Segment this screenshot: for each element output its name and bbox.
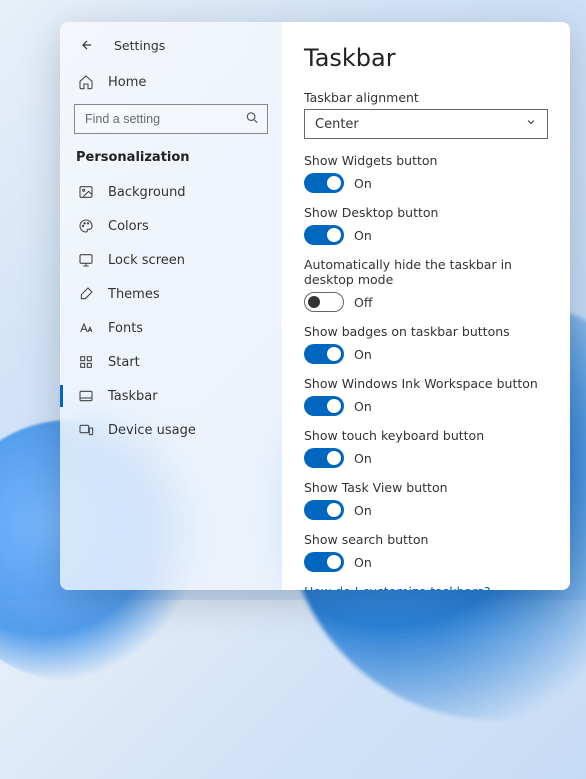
sidebar-item-fonts[interactable]: Fonts <box>60 311 282 345</box>
setting-row: Show Task View button On <box>304 480 548 520</box>
section-label: Personalization <box>60 144 282 175</box>
sidebar-item-start[interactable]: Start <box>60 345 282 379</box>
setting-row: Show touch keyboard button On <box>304 428 548 468</box>
back-button[interactable] <box>78 36 96 54</box>
toggle-switch[interactable] <box>304 173 344 193</box>
toggle-state-label: On <box>354 555 372 570</box>
taskbar-icon <box>78 388 94 404</box>
setting-label: Show Task View button <box>304 480 548 495</box>
setting-row: Show Windows Ink Workspace button On <box>304 376 548 416</box>
sidebar-item-label: Colors <box>108 219 149 234</box>
sidebar-item-themes[interactable]: Themes <box>60 277 282 311</box>
setting-label: Show Widgets button <box>304 153 548 168</box>
sidebar-item-label: Themes <box>108 287 160 302</box>
font-icon <box>78 320 94 336</box>
toggle-state-label: On <box>354 347 372 362</box>
toggle-switch[interactable] <box>304 225 344 245</box>
toggle-switch[interactable] <box>304 552 344 572</box>
brush-icon <box>78 286 94 302</box>
setting-label: Show touch keyboard button <box>304 428 548 443</box>
toggle-state-label: On <box>354 503 372 518</box>
settings-window: Settings Home Personalization Background <box>60 22 570 590</box>
setting-label: Show Windows Ink Workspace button <box>304 376 548 391</box>
sidebar-item-device-usage[interactable]: Device usage <box>60 413 282 447</box>
chevron-down-icon <box>525 116 537 132</box>
sidebar-item-label: Taskbar <box>108 389 158 404</box>
home-icon <box>78 74 94 90</box>
toggle-state-label: On <box>354 176 372 191</box>
sidebar-item-label: Background <box>108 185 186 200</box>
sidebar-item-taskbar[interactable]: Taskbar <box>60 379 282 413</box>
toggle-switch[interactable] <box>304 344 344 364</box>
grid-icon <box>78 354 94 370</box>
app-title: Settings <box>114 38 165 53</box>
setting-label: Automatically hide the taskbar in deskto… <box>304 257 548 287</box>
toggle-switch[interactable] <box>304 500 344 520</box>
sidebar: Settings Home Personalization Background <box>60 22 282 590</box>
sidebar-item-lock-screen[interactable]: Lock screen <box>60 243 282 277</box>
help-link[interactable]: How do I customize taskbars? <box>304 584 548 590</box>
sidebar-item-label: Start <box>108 355 140 370</box>
alignment-label: Taskbar alignment <box>304 90 548 105</box>
toggle-switch[interactable] <box>304 396 344 416</box>
setting-row: Automatically hide the taskbar in deskto… <box>304 257 548 312</box>
image-icon <box>78 184 94 200</box>
search-icon <box>245 110 259 129</box>
alignment-value: Center <box>315 117 359 132</box>
setting-label: Show badges on taskbar buttons <box>304 324 548 339</box>
setting-row: Show search button On <box>304 532 548 572</box>
setting-row: Show badges on taskbar buttons On <box>304 324 548 364</box>
sidebar-item-colors[interactable]: Colors <box>60 209 282 243</box>
device-icon <box>78 422 94 438</box>
setting-label: Show search button <box>304 532 548 547</box>
palette-icon <box>78 218 94 234</box>
home-nav[interactable]: Home <box>60 66 282 98</box>
setting-row: Show Desktop button On <box>304 205 548 245</box>
page-title: Taskbar <box>304 44 548 72</box>
main-panel: Taskbar Taskbar alignment Center Show Wi… <box>282 22 570 590</box>
toggle-switch[interactable] <box>304 292 344 312</box>
setting-label: Show Desktop button <box>304 205 548 220</box>
toggle-state-label: Off <box>354 295 372 310</box>
monitor-icon <box>78 252 94 268</box>
search-field[interactable] <box>74 104 268 134</box>
toggle-switch[interactable] <box>304 448 344 468</box>
setting-row: Show Widgets button On <box>304 153 548 193</box>
arrow-left-icon <box>80 38 94 52</box>
home-label: Home <box>108 75 146 90</box>
alignment-dropdown[interactable]: Center <box>304 109 548 139</box>
sidebar-item-label: Lock screen <box>108 253 185 268</box>
nav-list: Background Colors Lock screen Themes Fon… <box>60 175 282 447</box>
sidebar-item-label: Fonts <box>108 321 143 336</box>
toggle-state-label: On <box>354 399 372 414</box>
search-input[interactable] <box>85 112 237 126</box>
toggle-state-label: On <box>354 451 372 466</box>
toggle-state-label: On <box>354 228 372 243</box>
sidebar-item-label: Device usage <box>108 423 196 438</box>
sidebar-item-background[interactable]: Background <box>60 175 282 209</box>
